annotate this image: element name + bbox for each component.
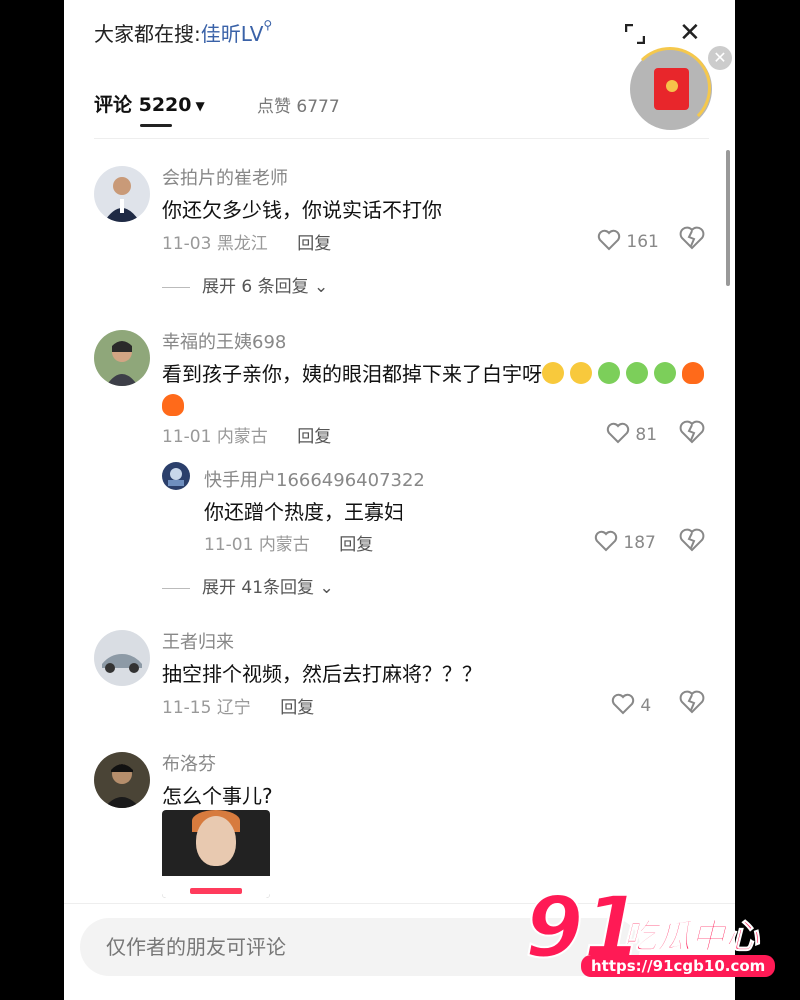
- dislike-heart-icon[interactable]: [679, 528, 705, 552]
- trending-prefix: 大家都在搜:: [94, 22, 201, 46]
- chevron-down-icon: ⌄: [314, 277, 329, 297]
- red-envelope-icon: [654, 68, 689, 110]
- frog-emoji-icon: [598, 362, 620, 384]
- watermark: 91 吃瓜中心 https://91cgb10.com: [524, 884, 785, 985]
- dislike-heart-icon[interactable]: [679, 690, 705, 714]
- heart-icon: [611, 693, 635, 715]
- reply-username[interactable]: 快手用户1666496407322: [204, 466, 425, 492]
- comment-text: 看到孩子亲你，姨的眼泪都掉下来了白宇呀: [162, 358, 722, 422]
- comment-date: 11-01: [162, 427, 212, 447]
- avatar[interactable]: [94, 630, 150, 686]
- reply-date: 11-01: [204, 535, 254, 555]
- like-button[interactable]: 81: [606, 422, 657, 445]
- reply-button[interactable]: 回复: [297, 234, 331, 254]
- comment-username[interactable]: 布洛芬: [162, 750, 216, 776]
- reply-button[interactable]: 回复: [339, 535, 373, 555]
- avatar[interactable]: [94, 166, 150, 222]
- watermark-name: 吃瓜中心: [623, 917, 760, 958]
- tab-likes[interactable]: 点赞 6777: [257, 92, 340, 117]
- reply-button[interactable]: 回复: [297, 427, 331, 447]
- thumb-face: [196, 816, 236, 866]
- comment-username[interactable]: 幸福的王姨698: [162, 328, 286, 354]
- red-packet-button[interactable]: [629, 47, 712, 130]
- comment-username[interactable]: 会拍片的崔老师: [162, 164, 288, 190]
- caret-down-icon: ▼: [195, 98, 205, 113]
- reply-text: 你还蹭个热度，王寡妇: [204, 500, 404, 524]
- frog-emoji-icon: [654, 362, 676, 384]
- search-icon: ⚲: [263, 18, 273, 32]
- avatar[interactable]: [162, 462, 190, 490]
- comment-meta: 11-03 黑龙江 回复: [162, 229, 331, 254]
- chevron-down-icon: ⌄: [319, 578, 334, 598]
- comment-image[interactable]: [162, 810, 270, 898]
- expand-line: [162, 286, 190, 288]
- heart-icon: [594, 530, 618, 552]
- trending-search-link[interactable]: 佳昕LV: [201, 22, 264, 46]
- reply-button[interactable]: 回复: [280, 698, 314, 718]
- avatar[interactable]: [94, 330, 150, 386]
- comment-location: 内蒙古: [216, 427, 268, 447]
- comment-text: 怎么个事儿?: [162, 784, 273, 808]
- expand-replies-button[interactable]: 展开 6 条回复 ⌄: [162, 272, 328, 297]
- comment-date: 11-15: [162, 698, 212, 718]
- reply-location: 内蒙古: [258, 535, 310, 555]
- avatar[interactable]: [94, 752, 150, 808]
- comment-location: 辽宁: [216, 698, 251, 718]
- reply-meta: 11-01 内蒙古 回复: [204, 530, 373, 555]
- thumb-button: [190, 888, 242, 894]
- like-count: 4: [640, 696, 652, 716]
- expand-replies-button[interactable]: 展开 41条回复 ⌄: [162, 573, 334, 598]
- heart-icon: [606, 422, 630, 444]
- trending-search-bar[interactable]: 大家都在搜:佳昕LV⚲: [94, 18, 272, 47]
- crying-emoji-icon: [542, 362, 564, 384]
- comment-username[interactable]: 王者归来: [162, 628, 234, 654]
- expand-line: [162, 587, 190, 589]
- like-button[interactable]: 187: [594, 530, 656, 553]
- red-packet-close-icon[interactable]: ✕: [708, 46, 732, 70]
- like-count: 187: [623, 533, 656, 553]
- like-count: 81: [635, 425, 658, 445]
- like-count: 161: [626, 232, 659, 252]
- tab-comments[interactable]: 评论 5220 ▼: [94, 94, 205, 116]
- dislike-heart-icon[interactable]: [679, 226, 705, 250]
- comment-location: 黑龙江: [216, 234, 268, 254]
- comment-meta: 11-15 辽宁 回复: [162, 693, 314, 718]
- comment-text: 抽空排个视频，然后去打麻将？？？: [162, 662, 482, 686]
- comment-meta: 11-01 内蒙古 回复: [162, 422, 331, 447]
- thumb-footer: [162, 876, 270, 898]
- fire-emoji-icon: [162, 394, 184, 416]
- like-button[interactable]: 4: [611, 693, 651, 716]
- frog-emoji-icon: [626, 362, 648, 384]
- fullscreen-icon[interactable]: [625, 24, 645, 44]
- scrollbar[interactable]: [726, 150, 730, 286]
- tabs: 评论 5220 ▼ 点赞 6777: [94, 90, 340, 117]
- comment-date: 11-03: [162, 234, 212, 254]
- tab-underline: [140, 124, 172, 127]
- heart-icon: [597, 229, 621, 251]
- like-button[interactable]: 161: [597, 229, 659, 252]
- fire-emoji-icon: [682, 362, 704, 384]
- comments-panel: 大家都在搜:佳昕LV⚲ ✕ ✕ 评论 5220 ▼ 点赞 6777 会拍片的崔老师…: [64, 0, 735, 1000]
- crying-emoji-icon: [570, 362, 592, 384]
- divider: [94, 138, 709, 139]
- close-icon[interactable]: ✕: [679, 20, 701, 46]
- dislike-heart-icon[interactable]: [679, 420, 705, 444]
- watermark-url: https://91cgb10.com: [581, 955, 776, 977]
- comment-text: 你还欠多少钱，你说实话不打你: [162, 198, 442, 222]
